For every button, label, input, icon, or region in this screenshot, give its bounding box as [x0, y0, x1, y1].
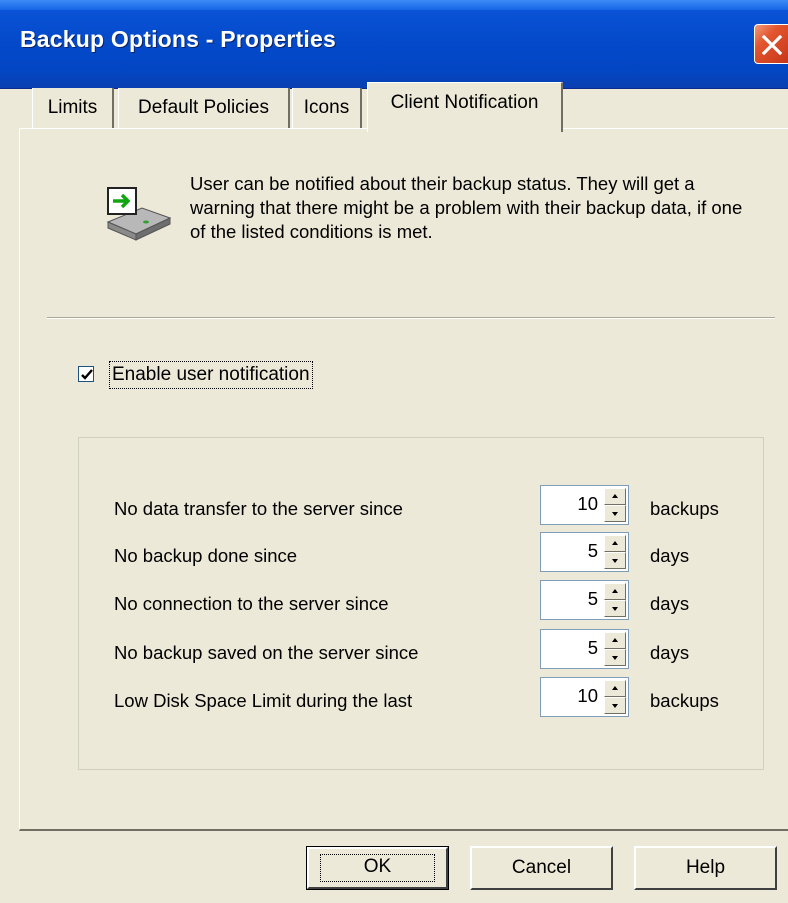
condition-label: No backup done since	[114, 545, 298, 566]
spin-down-button[interactable]	[604, 552, 626, 569]
condition-unit: days	[650, 545, 690, 566]
checkmark-icon	[81, 369, 93, 380]
spinner-value[interactable]: 10	[577, 678, 598, 716]
tab-label: Client Notification	[390, 92, 539, 113]
tab-label: Default Policies	[138, 97, 269, 118]
ok-button-label: OK	[363, 856, 392, 877]
help-button-label: Help	[685, 857, 726, 878]
spin-up-button[interactable]	[604, 680, 626, 697]
spinner-buttons	[604, 680, 626, 714]
spinner-value[interactable]: 10	[577, 486, 598, 524]
close-button[interactable]	[754, 24, 788, 64]
condition-spinner[interactable]: 5	[540, 532, 629, 572]
spinner-buttons	[604, 583, 626, 617]
spin-up-button[interactable]	[604, 583, 626, 600]
window-title: Backup Options - Properties	[20, 26, 336, 52]
spinner-value[interactable]: 5	[588, 533, 598, 571]
condition-unit: backups	[650, 498, 719, 519]
condition-unit: backups	[650, 690, 719, 711]
condition-unit: days	[650, 642, 690, 663]
condition-spinner[interactable]: 5	[540, 580, 629, 620]
condition-spinner[interactable]: 5	[540, 629, 629, 669]
condition-label: No backup saved on the server since	[114, 642, 419, 663]
spin-down-button[interactable]	[604, 649, 626, 666]
condition-unit: days	[650, 593, 690, 614]
tab-default-policies[interactable]: Default Policies	[118, 88, 290, 128]
enable-notification-checkbox[interactable]	[78, 366, 94, 382]
spin-down-button[interactable]	[604, 697, 626, 714]
separator	[47, 317, 775, 319]
spin-down-button[interactable]	[604, 600, 626, 617]
ok-button[interactable]: OK	[306, 846, 449, 890]
spinner-buttons	[604, 488, 626, 522]
spin-down-button[interactable]	[604, 505, 626, 522]
spinner-value[interactable]: 5	[588, 630, 598, 668]
condition-label: No connection to the server since	[114, 593, 389, 614]
tab-label: Icons	[303, 97, 350, 118]
condition-label: Low Disk Space Limit during the last	[114, 690, 413, 711]
enable-notification-label[interactable]: Enable user notification	[109, 361, 313, 389]
tab-icons[interactable]: Icons	[292, 88, 362, 128]
tab-label: Limits	[47, 97, 98, 118]
spinner-buttons	[604, 535, 626, 569]
backup-drive-icon	[104, 186, 174, 247]
condition-spinner[interactable]: 10	[540, 485, 629, 525]
title-bar[interactable]: Backup Options - Properties	[0, 0, 788, 89]
condition-label: No data transfer to the server since	[114, 498, 403, 519]
info-description: User can be notified about their backup …	[190, 173, 743, 242]
condition-spinner[interactable]: 10	[540, 677, 629, 717]
cancel-button[interactable]: Cancel	[470, 846, 613, 890]
spinner-value[interactable]: 5	[588, 581, 598, 619]
spin-up-button[interactable]	[604, 535, 626, 552]
spin-up-button[interactable]	[604, 488, 626, 505]
spinner-buttons	[604, 632, 626, 666]
cancel-button-label: Cancel	[511, 857, 572, 878]
tab-client-notification[interactable]: Client Notification	[367, 82, 563, 132]
spin-up-button[interactable]	[604, 632, 626, 649]
help-button[interactable]: Help	[634, 846, 777, 890]
tab-limits[interactable]: Limits	[32, 88, 114, 128]
